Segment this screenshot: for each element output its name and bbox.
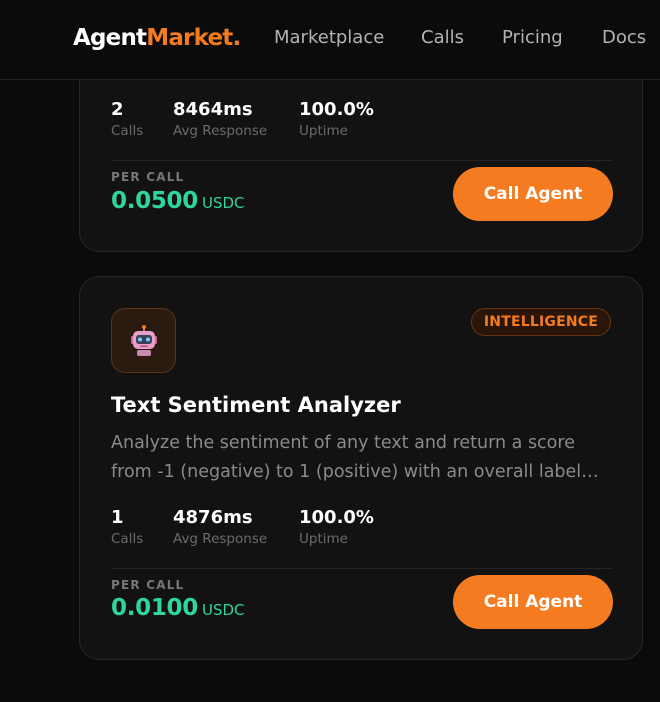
agent-avatar <box>111 308 176 373</box>
stat-avg-response: 8464ms Avg Response <box>173 99 267 141</box>
stat-calls: 2 Calls <box>111 99 143 141</box>
agent-title: Text Sentiment Analyzer <box>111 393 401 417</box>
price-currency: USDC <box>201 194 245 212</box>
top-navbar: AgentMarket. Marketplace Calls Pricing D… <box>0 0 660 80</box>
stat-uptime: 100.0% Uptime <box>299 99 374 141</box>
agent-description: Analyze the sentiment of any text and re… <box>111 433 582 482</box>
stat-avg-response-label: Avg Response <box>173 531 268 547</box>
stat-uptime-value: 100.0% <box>299 507 374 528</box>
stat-uptime-label: Uptime <box>299 531 348 547</box>
logo-dot: . <box>232 25 241 51</box>
stat-uptime-value: 100.0% <box>299 99 374 120</box>
agent-card: INTELLIGENCE Text Sentiment Analyzer Ana… <box>79 276 643 660</box>
page: AgentMarket. Marketplace Calls Pricing D… <box>0 0 660 702</box>
stat-calls-value: 1 <box>111 507 124 528</box>
price: 0.0500 USDC <box>111 188 245 214</box>
nav-link-docs[interactable]: Docs <box>602 27 646 48</box>
nav-link-calls[interactable]: Calls <box>421 27 464 48</box>
price-amount: 0.0100 <box>111 595 198 621</box>
card-divider <box>111 160 613 161</box>
stat-calls-value: 2 <box>111 99 124 120</box>
stat-avg-response-value: 8464ms <box>173 99 253 120</box>
category-badge: INTELLIGENCE <box>470 308 611 336</box>
stat-calls: 1 Calls <box>111 507 143 549</box>
stat-calls-label: Calls <box>111 123 144 139</box>
price-currency: USDC <box>201 601 245 619</box>
per-call-label: PER CALL <box>111 578 185 592</box>
stat-avg-response-value: 4876ms <box>173 507 253 528</box>
stat-avg-response: 4876ms Avg Response <box>173 507 267 549</box>
nav-link-pricing[interactable]: Pricing <box>502 27 563 48</box>
robot-icon <box>130 324 157 356</box>
price-amount: 0.0500 <box>111 188 198 214</box>
nav-link-marketplace[interactable]: Marketplace <box>274 27 384 48</box>
logo-primary-text: Agent <box>73 25 147 51</box>
stat-uptime: 100.0% Uptime <box>299 507 374 549</box>
per-call-label: PER CALL <box>111 170 185 184</box>
stat-calls-label: Calls <box>111 531 144 547</box>
call-agent-button[interactable]: Call Agent <box>453 575 613 629</box>
card-divider <box>111 568 613 569</box>
price: 0.0100 USDC <box>111 595 245 621</box>
stat-avg-response-label: Avg Response <box>173 123 268 139</box>
brand-logo[interactable]: AgentMarket. <box>73 25 241 51</box>
call-agent-button[interactable]: Call Agent <box>453 167 613 221</box>
stat-uptime-label: Uptime <box>299 123 348 139</box>
logo-accent-text: Market <box>146 25 233 51</box>
